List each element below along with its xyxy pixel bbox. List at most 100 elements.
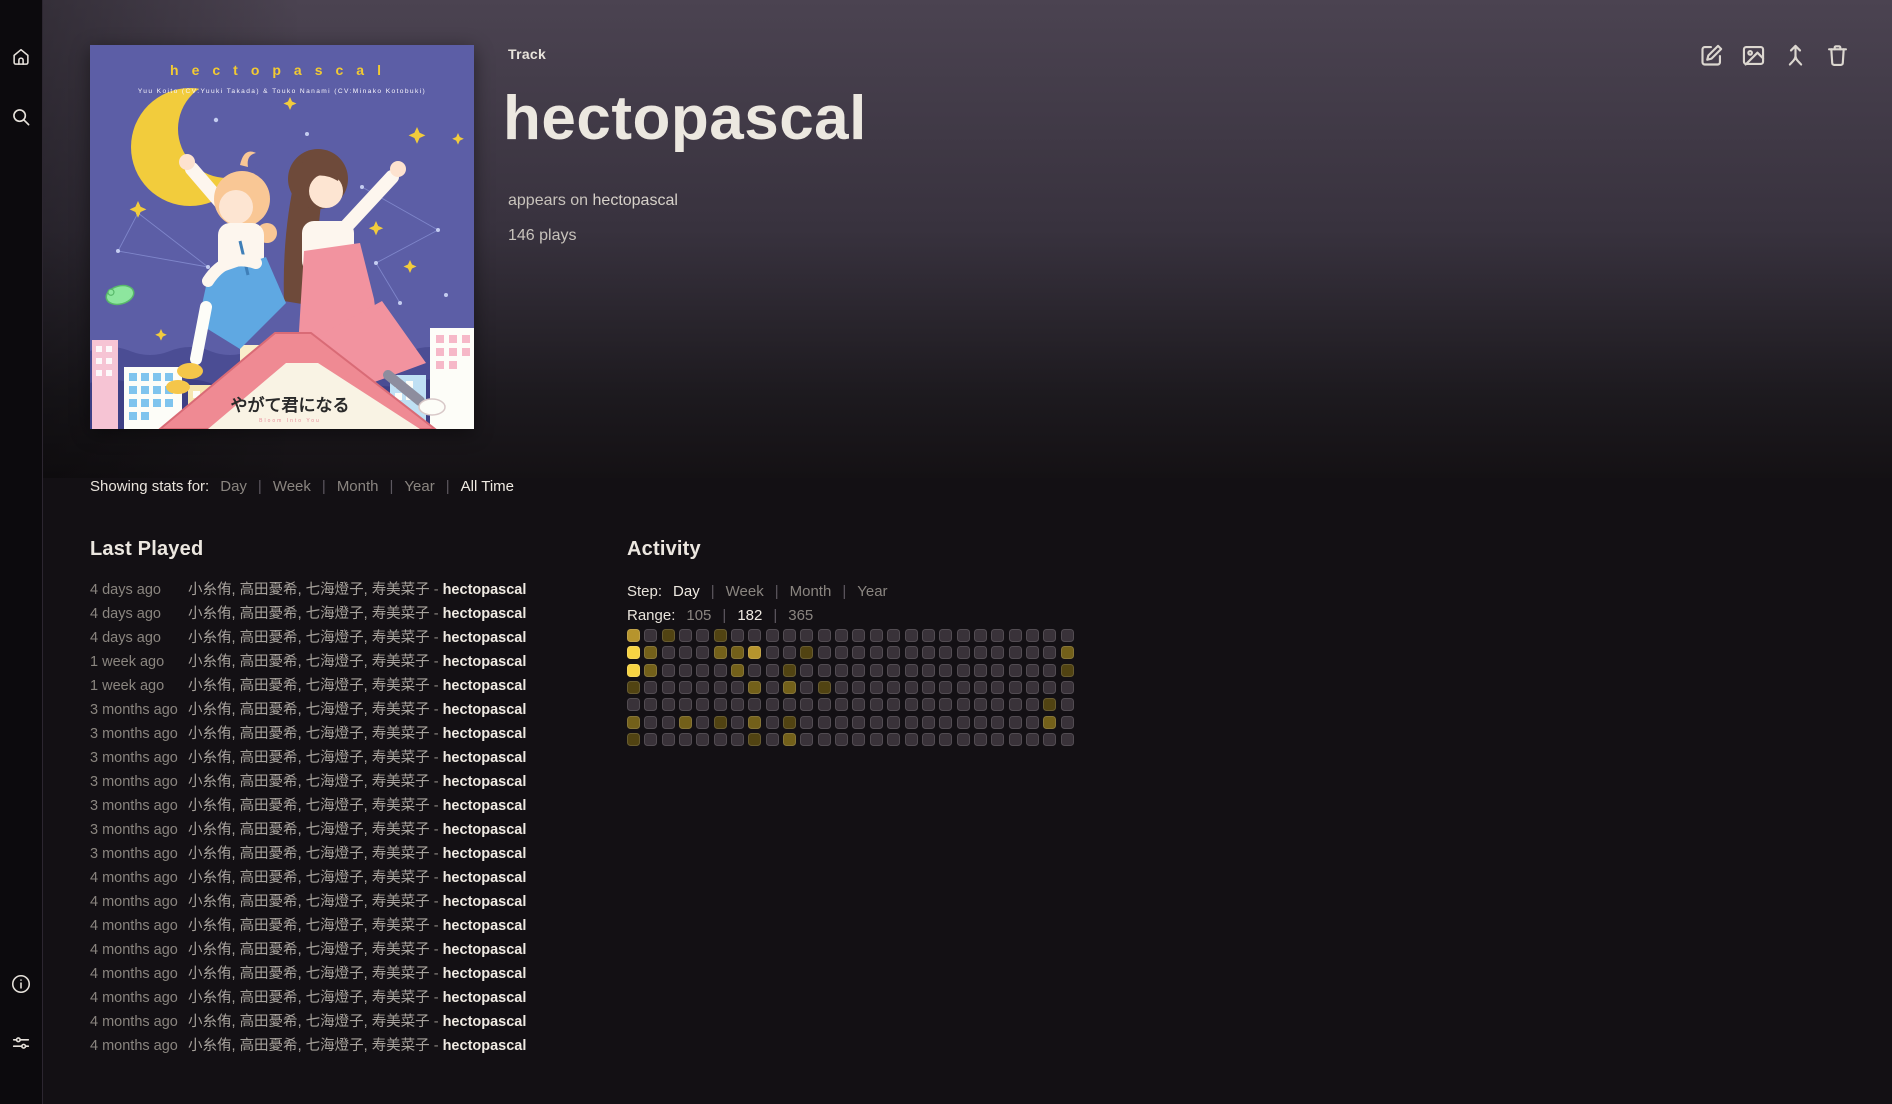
track-link[interactable]: hectopascal	[443, 798, 527, 814]
heatmap-cell[interactable]	[1043, 698, 1056, 711]
heatmap-cell[interactable]	[714, 664, 727, 677]
artist-link[interactable]: 小糸侑	[188, 582, 232, 598]
track-link[interactable]: hectopascal	[443, 918, 527, 934]
track-link[interactable]: hectopascal	[443, 726, 527, 742]
heatmap-cell[interactable]	[887, 646, 900, 659]
heatmap-cell[interactable]	[905, 664, 918, 677]
heatmap-cell[interactable]	[852, 733, 865, 746]
heatmap-cell[interactable]	[731, 646, 744, 659]
artist-link[interactable]: 寿美菜子	[372, 678, 430, 694]
heatmap-cell[interactable]	[731, 629, 744, 642]
heatmap-cell[interactable]	[800, 716, 813, 729]
artist-link[interactable]: 七海燈子	[306, 894, 364, 910]
heatmap-cell[interactable]	[696, 716, 709, 729]
heatmap-cell[interactable]	[783, 698, 796, 711]
artist-link[interactable]: 小糸侑	[188, 966, 232, 982]
heatmap-cell[interactable]	[887, 629, 900, 642]
heatmap-cell[interactable]	[714, 716, 727, 729]
heatmap-cell[interactable]	[957, 716, 970, 729]
heatmap-cell[interactable]	[991, 646, 1004, 659]
heatmap-cell[interactable]	[731, 733, 744, 746]
artist-link[interactable]: 七海燈子	[306, 678, 364, 694]
track-link[interactable]: hectopascal	[443, 1038, 527, 1054]
artist-link[interactable]: 高田憂希	[240, 798, 298, 814]
heatmap-cell[interactable]	[887, 681, 900, 694]
heatmap-cell[interactable]	[991, 629, 1004, 642]
home-icon[interactable]	[10, 46, 32, 68]
artist-link[interactable]: 七海燈子	[306, 798, 364, 814]
heatmap-cell[interactable]	[679, 629, 692, 642]
heatmap-cell[interactable]	[939, 681, 952, 694]
edit-icon[interactable]	[1698, 42, 1725, 69]
artist-link[interactable]: 高田憂希	[240, 1038, 298, 1054]
artist-link[interactable]: 寿美菜子	[372, 606, 430, 622]
heatmap-cell[interactable]	[627, 698, 640, 711]
heatmap-cell[interactable]	[731, 716, 744, 729]
heatmap-cell[interactable]	[714, 698, 727, 711]
artist-link[interactable]: 小糸侑	[188, 606, 232, 622]
artist-link[interactable]: 寿美菜子	[372, 750, 430, 766]
heatmap-cell[interactable]	[748, 698, 761, 711]
heatmap-cell[interactable]	[783, 664, 796, 677]
heatmap-cell[interactable]	[818, 646, 831, 659]
heatmap-cell[interactable]	[1061, 716, 1074, 729]
artist-link[interactable]: 寿美菜子	[372, 582, 430, 598]
heatmap-cell[interactable]	[800, 646, 813, 659]
heatmap-cell[interactable]	[696, 698, 709, 711]
heatmap-cell[interactable]	[818, 716, 831, 729]
artist-link[interactable]: 七海燈子	[306, 966, 364, 982]
heatmap-cell[interactable]	[991, 698, 1004, 711]
heatmap-cell[interactable]	[1026, 664, 1039, 677]
heatmap-cell[interactable]	[957, 664, 970, 677]
artist-link[interactable]: 寿美菜子	[372, 1038, 430, 1054]
heatmap-cell[interactable]	[1043, 629, 1056, 642]
heatmap-cell[interactable]	[1026, 716, 1039, 729]
heatmap-cell[interactable]	[974, 664, 987, 677]
heatmap-cell[interactable]	[1043, 681, 1056, 694]
heatmap-cell[interactable]	[852, 716, 865, 729]
heatmap-cell[interactable]	[852, 698, 865, 711]
heatmap-cell[interactable]	[1026, 733, 1039, 746]
heatmap-cell[interactable]	[662, 664, 675, 677]
heatmap-cell[interactable]	[835, 681, 848, 694]
heatmap-cell[interactable]	[887, 716, 900, 729]
heatmap-cell[interactable]	[939, 646, 952, 659]
heatmap-cell[interactable]	[939, 629, 952, 642]
artist-link[interactable]: 高田憂希	[240, 678, 298, 694]
artist-link[interactable]: 寿美菜子	[372, 774, 430, 790]
artist-link[interactable]: 七海燈子	[306, 918, 364, 934]
heatmap-cell[interactable]	[800, 629, 813, 642]
artist-link[interactable]: 七海燈子	[306, 990, 364, 1006]
artist-link[interactable]: 寿美菜子	[372, 942, 430, 958]
heatmap-cell[interactable]	[974, 681, 987, 694]
track-link[interactable]: hectopascal	[443, 606, 527, 622]
artist-link[interactable]: 寿美菜子	[372, 846, 430, 862]
artist-link[interactable]: 高田憂希	[240, 870, 298, 886]
artist-link[interactable]: 高田憂希	[240, 918, 298, 934]
heatmap-cell[interactable]	[870, 681, 883, 694]
heatmap-cell[interactable]	[627, 733, 640, 746]
artist-link[interactable]: 小糸侑	[188, 1014, 232, 1030]
heatmap-cell[interactable]	[957, 733, 970, 746]
heatmap-cell[interactable]	[731, 681, 744, 694]
heatmap-cell[interactable]	[957, 629, 970, 642]
heatmap-cell[interactable]	[679, 698, 692, 711]
artist-link[interactable]: 高田憂希	[240, 846, 298, 862]
heatmap-cell[interactable]	[644, 698, 657, 711]
heatmap-cell[interactable]	[714, 646, 727, 659]
option-year[interactable]: Year	[857, 583, 887, 600]
artist-link[interactable]: 七海燈子	[306, 726, 364, 742]
heatmap-cell[interactable]	[835, 646, 848, 659]
heatmap-cell[interactable]	[748, 646, 761, 659]
heatmap-cell[interactable]	[662, 646, 675, 659]
heatmap-cell[interactable]	[870, 733, 883, 746]
heatmap-cell[interactable]	[939, 716, 952, 729]
heatmap-cell[interactable]	[818, 733, 831, 746]
heatmap-cell[interactable]	[1026, 698, 1039, 711]
track-link[interactable]: hectopascal	[443, 846, 527, 862]
heatmap-cell[interactable]	[852, 664, 865, 677]
heatmap-cell[interactable]	[852, 629, 865, 642]
heatmap-cell[interactable]	[1043, 733, 1056, 746]
artist-link[interactable]: 七海燈子	[306, 942, 364, 958]
track-link[interactable]: hectopascal	[443, 870, 527, 886]
